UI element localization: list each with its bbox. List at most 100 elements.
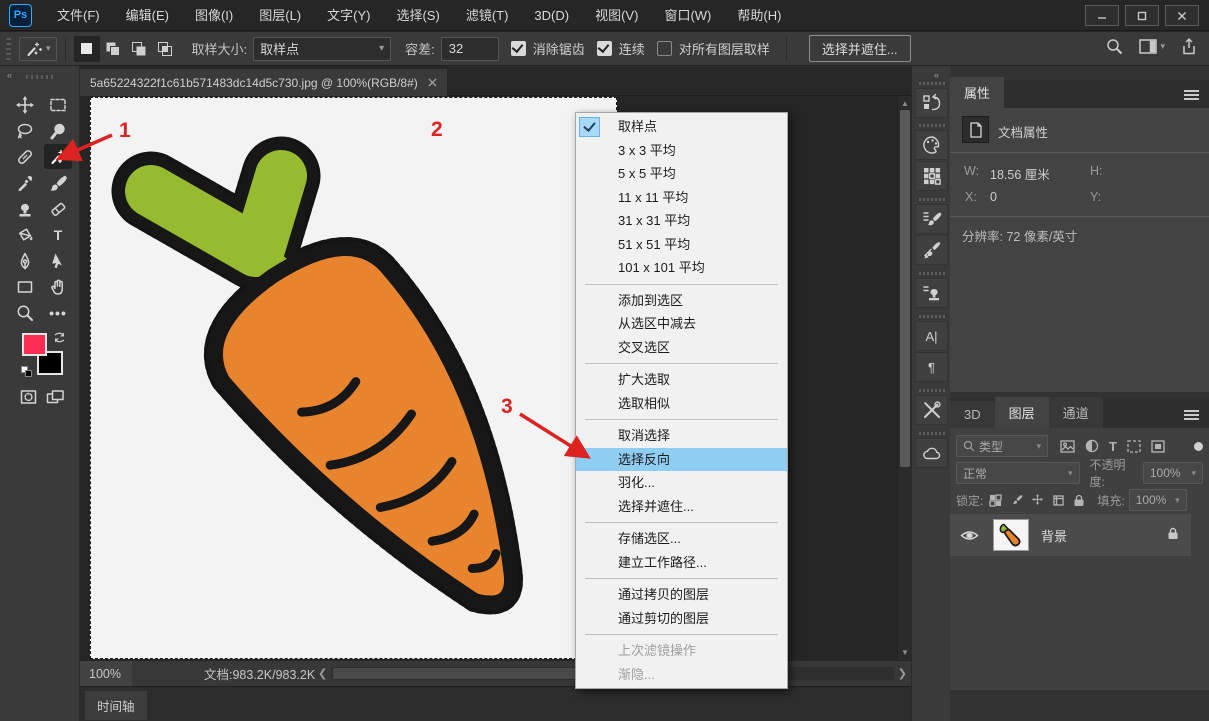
tolerance-input[interactable]: 32 (441, 37, 499, 61)
foreground-color-swatch[interactable] (22, 333, 47, 356)
workspace-switcher[interactable]: ▾ (1139, 39, 1165, 54)
context-menu-item-3[interactable]: 5 x 5 平均 (576, 162, 787, 186)
filter-smart-objects-icon[interactable] (1151, 440, 1165, 453)
pen-tool[interactable] (11, 248, 39, 273)
tab-3d[interactable]: 3D (950, 401, 995, 428)
timeline-tab[interactable]: 时间轴 (85, 691, 147, 720)
swap-colors-icon[interactable] (53, 331, 66, 349)
tool-preset-dropdown[interactable]: ▾ (19, 37, 57, 61)
width-value[interactable]: 18.56 厘米 (990, 164, 1050, 183)
history-panel-icon[interactable] (915, 88, 948, 118)
eyedropper-tool[interactable] (11, 170, 39, 195)
toolbar-grip[interactable] (26, 75, 56, 79)
menu-edit[interactable]: 编辑(E) (113, 0, 182, 31)
context-menu-item-8[interactable]: 添加到选区 (576, 289, 787, 313)
menu-image[interactable]: 图像(I) (182, 0, 246, 31)
zoom-tool[interactable] (11, 300, 39, 325)
clone-stamp-tool[interactable] (11, 196, 39, 221)
quick-selection-tool[interactable] (44, 118, 72, 143)
hand-tool[interactable] (44, 274, 72, 299)
lock-artboard-icon[interactable] (1052, 494, 1065, 507)
lock-pixels-icon[interactable] (1010, 494, 1023, 507)
brush-tool[interactable] (44, 170, 72, 195)
tab-properties[interactable]: 属性 (950, 77, 1004, 108)
context-menu-item-14[interactable]: 选择反向 (576, 448, 787, 472)
context-menu-item-18[interactable]: 建立工作路径... (576, 551, 787, 575)
filter-toggle-pin[interactable] (1194, 442, 1203, 451)
context-menu-item-7[interactable]: 101 x 101 平均 (576, 256, 787, 280)
document-close-icon[interactable] (428, 76, 437, 90)
context-menu-item-9[interactable]: 从选区中减去 (576, 312, 787, 336)
screen-mode-button[interactable] (42, 384, 68, 409)
filter-shape-layers-icon[interactable] (1127, 440, 1141, 453)
path-select-tool[interactable] (44, 248, 72, 273)
edit-toolbar-button[interactable]: ••• (44, 300, 72, 325)
context-menu-item-11[interactable]: 扩大选取 (576, 368, 787, 392)
contiguous-checkbox[interactable] (597, 41, 612, 56)
creative-cloud-panel-icon[interactable] (915, 438, 948, 468)
sample-size-dropdown[interactable]: 取样点▾ (253, 37, 391, 61)
scroll-right-icon[interactable]: ❯ (898, 667, 907, 680)
marquee-tool[interactable] (44, 92, 72, 117)
document-tab[interactable]: 5a65224322f1c61b571483dc14d5c730.jpg @ 1… (80, 69, 447, 96)
tool-presets-panel-icon[interactable] (915, 395, 948, 425)
scroll-down-icon[interactable]: ▼ (898, 646, 912, 659)
color-panel-icon[interactable] (915, 130, 948, 160)
canvas[interactable] (90, 97, 617, 659)
menu-select[interactable]: 选择(S) (383, 0, 452, 31)
select-and-mask-button[interactable]: 选择并遮住... (809, 35, 911, 62)
menu-view[interactable]: 视图(V) (582, 0, 651, 31)
fill-dropdown[interactable]: 100%▾ (1129, 489, 1187, 511)
lock-position-icon[interactable] (1031, 494, 1044, 507)
menu-filter[interactable]: 滤镜(T) (453, 0, 522, 31)
minimize-button[interactable] (1085, 5, 1119, 26)
horizontal-scrollbar-thumb[interactable] (333, 668, 613, 679)
lasso-tool[interactable] (11, 118, 39, 143)
vertical-scrollbar[interactable]: ▲ ▼ (897, 96, 911, 660)
options-bar-grip[interactable] (6, 38, 11, 60)
maximize-button[interactable] (1125, 5, 1159, 26)
zoom-level-field[interactable]: 100% (80, 661, 132, 687)
healing-brush-tool[interactable] (11, 144, 39, 169)
context-menu-item-6[interactable]: 51 x 51 平均 (576, 233, 787, 257)
move-tool[interactable] (11, 92, 39, 117)
tab-layers[interactable]: 图层 (995, 397, 1049, 428)
selection-mode-intersect[interactable] (152, 36, 178, 62)
magic-wand-tool[interactable] (44, 144, 72, 169)
menu-window[interactable]: 窗口(W) (651, 0, 724, 31)
paint-bucket-tool[interactable] (11, 222, 39, 247)
brush-settings-panel-icon[interactable] (915, 204, 948, 234)
layer-row-background[interactable]: 背景 (950, 514, 1191, 556)
selection-mode-subtract[interactable] (126, 36, 152, 62)
context-menu-item-4[interactable]: 11 x 11 平均 (576, 186, 787, 210)
context-menu-item-20[interactable]: 通过剪切的图层 (576, 607, 787, 631)
layers-panel-menu-icon[interactable] (1184, 408, 1199, 422)
selection-mode-add[interactable] (100, 36, 126, 62)
filter-pixel-layers-icon[interactable] (1060, 440, 1075, 453)
menu-file[interactable]: 文件(F) (44, 0, 113, 31)
search-icon[interactable] (1106, 38, 1123, 55)
toolbar-collapse-chevrons[interactable]: « (7, 70, 11, 80)
blend-mode-dropdown[interactable]: 正常▾ (956, 462, 1080, 484)
character-panel-icon[interactable]: A| (915, 321, 948, 351)
type-tool[interactable]: T (44, 222, 72, 247)
sample-all-layers-checkbox[interactable] (657, 41, 672, 56)
context-menu-item-15[interactable]: 羽化... (576, 471, 787, 495)
tab-channels[interactable]: 通道 (1049, 397, 1103, 428)
rectangle-tool[interactable] (11, 274, 39, 299)
opacity-dropdown[interactable]: 100%▾ (1143, 462, 1203, 484)
layer-filter-dropdown[interactable]: 类型▾ (956, 435, 1048, 457)
context-menu-item-12[interactable]: 选取相似 (576, 392, 787, 416)
panel-menu-icon[interactable] (1184, 88, 1199, 102)
lock-all-icon[interactable] (1073, 494, 1085, 507)
layer-thumbnail[interactable] (993, 519, 1029, 551)
context-menu-item-19[interactable]: 通过拷贝的图层 (576, 583, 787, 607)
context-menu-item-16[interactable]: 选择并遮住... (576, 495, 787, 519)
close-button[interactable] (1165, 5, 1199, 26)
menu-3d[interactable]: 3D(D) (521, 0, 582, 31)
vertical-scrollbar-thumb[interactable] (900, 110, 910, 467)
expand-panels-chevrons[interactable]: « (934, 70, 938, 80)
selection-mode-new[interactable] (74, 36, 100, 62)
context-menu-item-1[interactable]: 取样点 (576, 115, 787, 139)
menu-layer[interactable]: 图层(L) (246, 0, 314, 31)
